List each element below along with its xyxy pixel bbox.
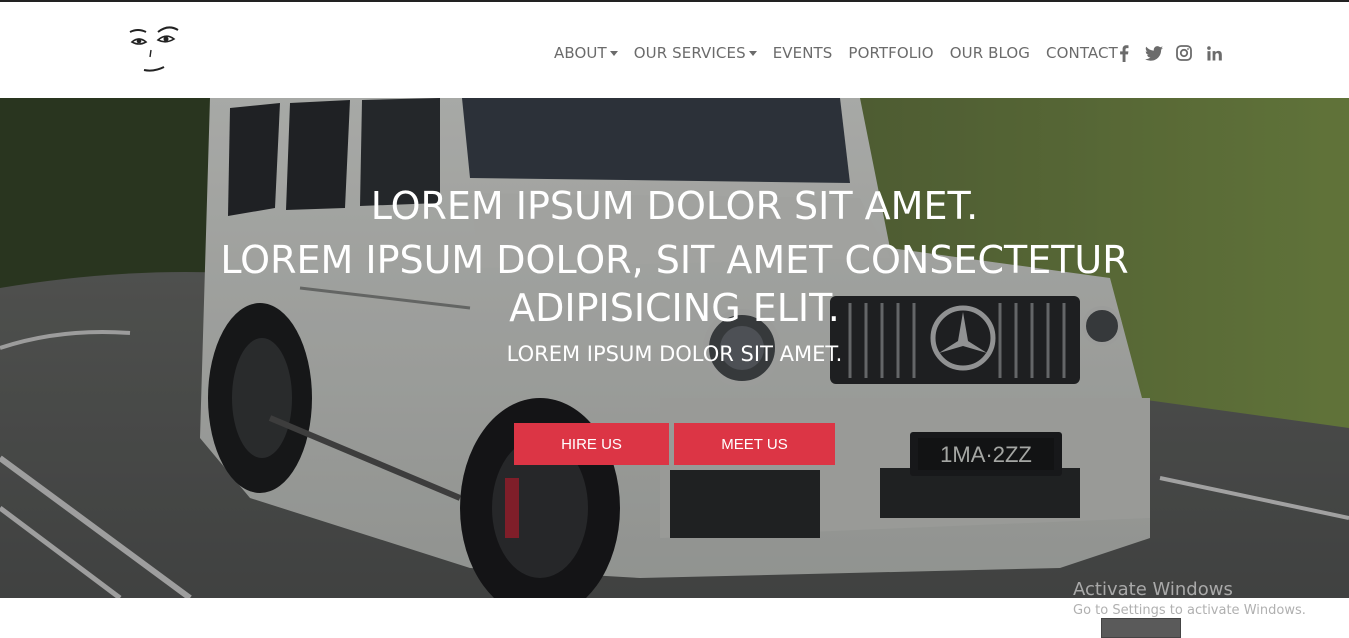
navbar: ABOUT OUR SERVICES EVENTS PORTFOLIO OUR … — [0, 2, 1349, 98]
nav-portfolio-label: PORTFOLIO — [848, 44, 934, 62]
nav-events[interactable]: EVENTS — [773, 44, 833, 62]
nav-our-blog-label: OUR BLOG — [949, 44, 1031, 62]
main-nav: ABOUT OUR SERVICES EVENTS PORTFOLIO OUR … — [554, 42, 1134, 64]
facebook-icon[interactable] — [1114, 43, 1134, 63]
nav-about-label: ABOUT — [554, 44, 607, 62]
hero-subheading: LOREM IPSUM DOLOR SIT AMET. — [506, 342, 843, 366]
meet-us-button[interactable]: MEET US — [674, 423, 835, 465]
linkedin-icon[interactable] — [1204, 43, 1224, 63]
caret-down-icon — [748, 51, 757, 56]
hero-heading-line2: LOREM IPSUM DOLOR, SIT AMET CONSECTETUR … — [220, 238, 1129, 330]
nav-our-services[interactable]: OUR SERVICES — [634, 44, 757, 62]
instagram-icon[interactable] — [1174, 43, 1194, 63]
social-links — [1114, 42, 1234, 64]
face-logo[interactable] — [124, 22, 186, 78]
nav-events-label: EVENTS — [772, 44, 833, 62]
nav-contact[interactable]: CONTACT — [1046, 44, 1118, 62]
taskbar-thumbnail[interactable] — [1101, 618, 1181, 638]
hire-us-button[interactable]: HIRE US — [514, 423, 669, 465]
nav-contact-label: CONTACT — [1046, 44, 1118, 62]
nav-our-services-label: OUR SERVICES — [633, 44, 746, 62]
hero-heading-line1: LOREM IPSUM DOLOR SIT AMET. — [370, 184, 979, 228]
nav-portfolio[interactable]: PORTFOLIO — [848, 44, 933, 62]
hero-section: 1MA·2ZZ LOREM IPSUM DOLOR SIT AMET. LORE… — [0, 98, 1349, 598]
hero-content: LOREM IPSUM DOLOR SIT AMET. LOREM IPSUM … — [0, 98, 1349, 598]
nav-about[interactable]: ABOUT — [554, 44, 618, 62]
caret-down-icon — [609, 51, 618, 56]
twitter-icon[interactable] — [1144, 43, 1164, 63]
nav-our-blog[interactable]: OUR BLOG — [950, 44, 1030, 62]
